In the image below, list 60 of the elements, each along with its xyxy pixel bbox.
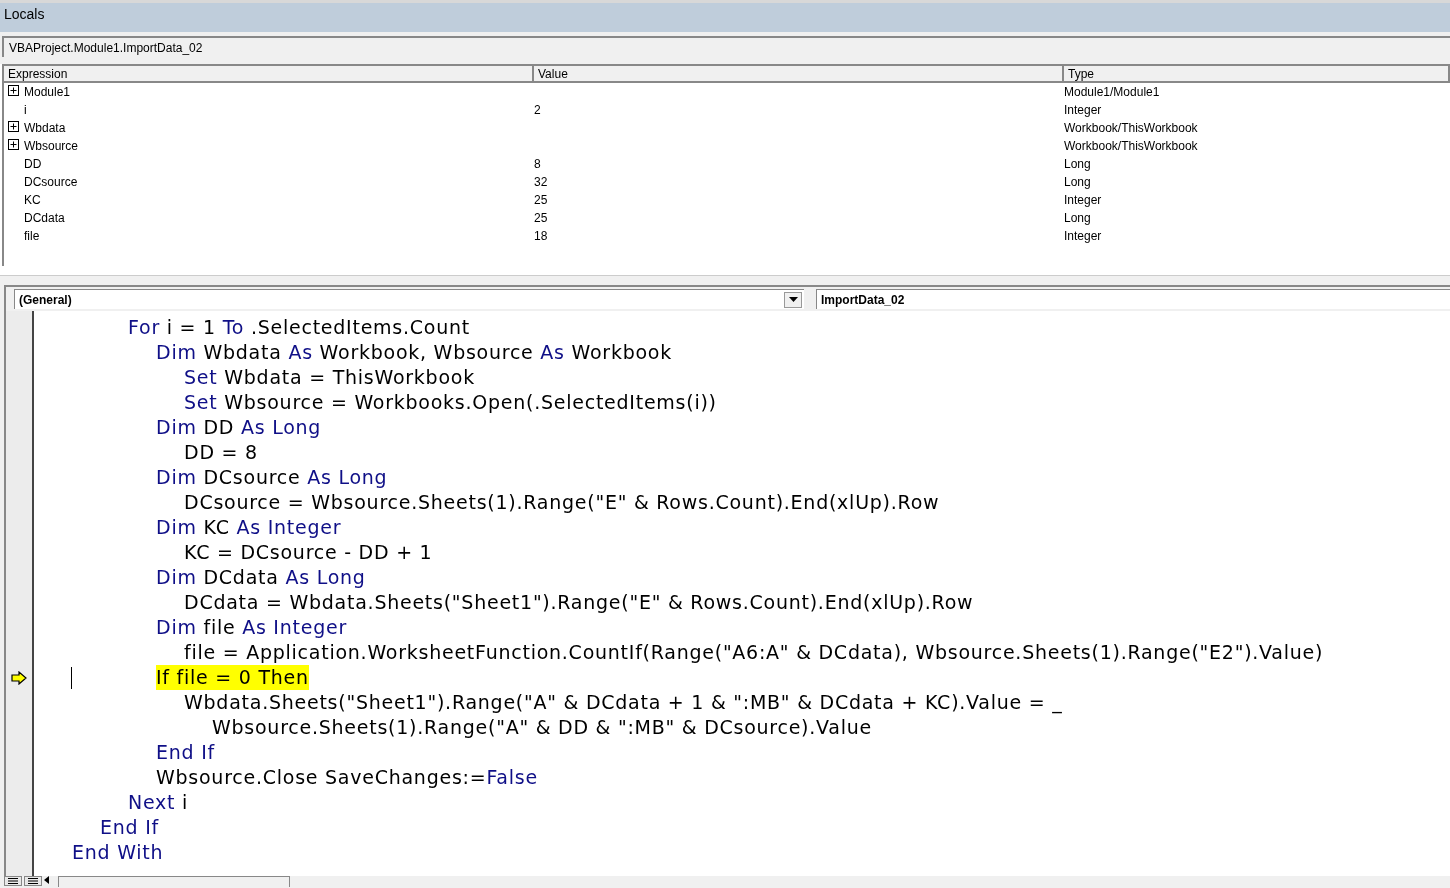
table-cell: Long	[1064, 175, 1091, 189]
table-cell: Module1/Module1	[1064, 85, 1160, 99]
column-header[interactable]: Type	[1064, 66, 1450, 82]
context-field: VBAProject.Module1.ImportData_02	[2, 36, 1450, 57]
code-line: DCsource = Wbsource.Sheets(1).Range("E" & Rows.Count).End(xlUp).Row	[184, 490, 940, 515]
table-cell: DD	[24, 157, 42, 171]
code-line: End If	[156, 740, 215, 765]
full-module-view-button[interactable]	[24, 876, 42, 886]
code-line: Wbsource.Sheets(1).Range("A" & DD & ":MB" & DCsource).Value	[212, 715, 872, 740]
table-cell: i	[24, 103, 27, 117]
table-cell: Workbook/ThisWorkbook	[1064, 139, 1198, 153]
code-line: Set Wbsource = Workbooks.Open(.SelectedItems(i))	[184, 390, 717, 415]
code-line: Dim DCdata As Long	[156, 565, 366, 590]
code-line: Dim DCsource As Long	[156, 465, 388, 490]
horizontal-scrollbar[interactable]	[58, 876, 290, 887]
table-cell: file	[24, 229, 40, 243]
code-line: file = Application.WorksheetFunction.CountIf(Range("A6:A" & DCdata), Wbsource.Sheets(1).Range("E2").Value)	[184, 640, 1324, 665]
code-line: KC = DCsource - DD + 1	[184, 540, 433, 565]
table-cell: Workbook/ThisWorkbook	[1064, 121, 1198, 135]
code-line: For i = 1 To .SelectedItems.Count	[128, 315, 470, 340]
table-cell: 8	[534, 157, 541, 171]
table-cell: Long	[1064, 211, 1091, 225]
code-line: Dim file As Integer	[156, 615, 347, 640]
procedure-dropdown[interactable]: ImportData_02	[816, 289, 1450, 309]
code-line: Wbsource.Close SaveChanges:=False	[156, 765, 538, 790]
table-cell: Long	[1064, 157, 1091, 171]
table-cell: DCdata	[24, 211, 65, 225]
code-line: Dim Wbdata As Workbook, Wbsource As Workbook	[156, 340, 672, 365]
table-cell: Wbdata	[24, 121, 66, 135]
expand-icon[interactable]	[8, 121, 19, 132]
column-header[interactable]: Value	[534, 66, 1064, 82]
code-line: End If	[100, 815, 159, 840]
table-cell: 2	[534, 103, 541, 117]
code-line: DCdata = Wbdata.Sheets("Sheet1").Range("E" & Rows.Count).End(xlUp).Row	[184, 590, 974, 615]
table-cell: Integer	[1064, 229, 1102, 243]
table-cell: 32	[534, 175, 548, 189]
column-header[interactable]: Expression	[4, 66, 534, 82]
code-line: End With	[72, 840, 164, 865]
table-cell: Module1	[24, 85, 71, 99]
code-line: Dim KC As Integer	[156, 515, 342, 540]
expand-icon[interactable]	[8, 139, 19, 150]
table-cell: KC	[24, 193, 41, 207]
table-cell: DCsource	[24, 175, 78, 189]
table-cell: 25	[534, 193, 548, 207]
table-cell: Integer	[1064, 103, 1102, 117]
object-dropdown[interactable]: (General)	[14, 289, 804, 309]
table-cell: Wbsource	[24, 139, 79, 153]
dropdown-arrow-icon[interactable]	[788, 297, 798, 302]
code-line: Next i	[128, 790, 189, 815]
table-cell: 18	[534, 229, 548, 243]
code-line: Set Wbdata = ThisWorkbook	[184, 365, 475, 390]
procedure-view-button[interactable]	[4, 876, 22, 886]
table-cell: Integer	[1064, 193, 1102, 207]
expand-icon[interactable]	[8, 85, 19, 96]
code-line: DD = 8	[184, 440, 258, 465]
table-cell: 25	[534, 211, 548, 225]
scroll-left-icon[interactable]	[44, 876, 50, 884]
code-line: Wbdata.Sheets("Sheet1").Range("A" & DCdata + 1 & ":MB" & DCdata + KC).Value = _	[184, 690, 1063, 715]
pane-title: Locals	[4, 5, 45, 22]
code-line: Dim DD As Long	[156, 415, 322, 440]
